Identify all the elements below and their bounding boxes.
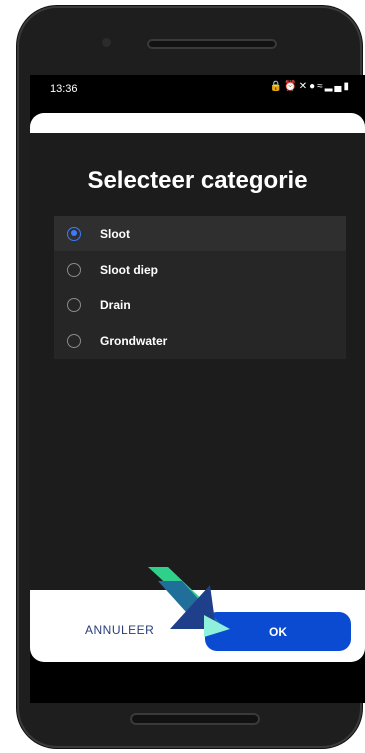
wifi-icon: ≈ — [317, 81, 325, 92]
option-label: Drain — [100, 297, 131, 312]
front-camera — [102, 38, 111, 47]
earpiece-speaker — [147, 39, 277, 49]
option-label: Sloot diep — [100, 262, 158, 277]
lock-icon: 🔒 — [269, 81, 285, 92]
dialog-title: Selecteer categorie — [87, 167, 308, 194]
status-time: 13:36 — [50, 83, 78, 95]
option-label: Sloot — [100, 226, 130, 241]
category-option-drain[interactable]: Drain — [54, 287, 346, 322]
alarm-icon: ⏰ — [284, 81, 299, 92]
signal-icon: ▂▄ — [324, 81, 344, 92]
mute-icon: ✕ — [298, 81, 310, 92]
radio-unselected-icon[interactable] — [67, 297, 81, 312]
status-bar: 13:36 🔒⏰✕●≈▂▄▮ — [30, 75, 365, 110]
category-list: Sloot Sloot diep Drain Grondwater — [54, 216, 346, 359]
location-icon: ● — [309, 81, 318, 92]
category-option-sloot[interactable]: Sloot — [54, 216, 346, 251]
battery-icon: ▮ — [343, 81, 351, 92]
category-option-grondwater[interactable]: Grondwater — [54, 323, 346, 358]
dialog-body — [30, 133, 365, 591]
category-option-sloot-diep[interactable]: Sloot diep — [54, 252, 346, 287]
status-icons: 🔒⏰✕●≈▂▄▮ — [270, 81, 351, 92]
radio-unselected-icon[interactable] — [67, 262, 81, 277]
radio-unselected-icon[interactable] — [67, 333, 81, 348]
radio-selected-icon[interactable] — [67, 226, 81, 241]
bottom-speaker — [130, 713, 260, 725]
option-label: Grondwater — [100, 333, 168, 348]
pointer-arrow-icon — [148, 567, 230, 637]
